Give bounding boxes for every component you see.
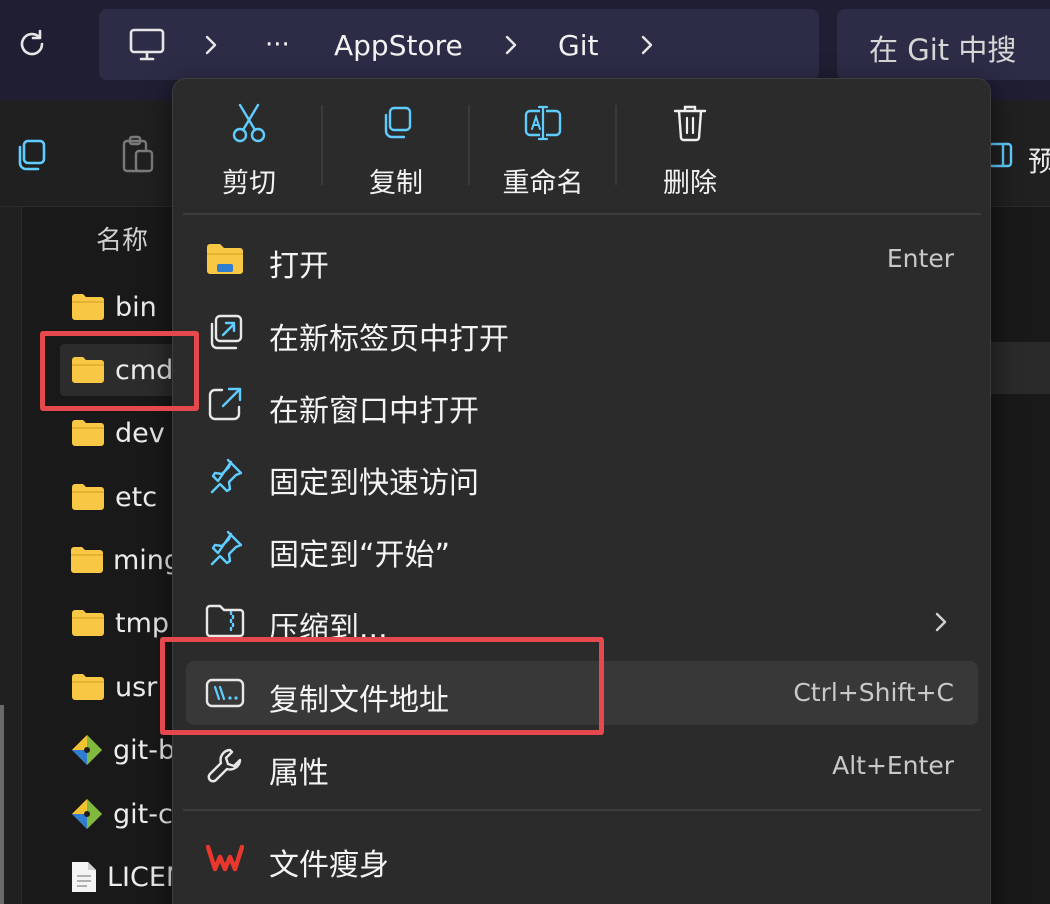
- quick-action-divider: [321, 105, 323, 185]
- folder-icon: [70, 289, 106, 325]
- delete-button[interactable]: 删除: [625, 101, 755, 201]
- file-name: bin: [115, 291, 157, 323]
- breadcrumb-overflow-button[interactable]: ···: [265, 25, 290, 65]
- this-pc-icon: [129, 28, 165, 61]
- column-header-name[interactable]: 名称: [96, 220, 148, 257]
- wrench-icon: [204, 746, 246, 786]
- quick-action-divider: [615, 105, 617, 185]
- folder-icon: [70, 542, 104, 578]
- rename-button[interactable]: 重命名: [478, 101, 608, 201]
- delete-label: 删除: [663, 168, 717, 199]
- folder-icon: [70, 669, 106, 705]
- menu-item-pin-quick-access[interactable]: 固定到快速访问: [186, 444, 978, 508]
- folder-icon: [70, 605, 106, 641]
- trash-icon: [668, 101, 712, 145]
- menu-item-label: 属性: [269, 756, 329, 791]
- paste-icon: [122, 135, 154, 173]
- shortcut-label: Ctrl+Shift+C: [793, 678, 954, 707]
- context-menu: 剪切 复制 重命名 删除 打开 Enter 在新标签页中打开 在新窗口中打开 固…: [172, 78, 991, 904]
- menu-item-label: 打开: [269, 249, 329, 284]
- new-tab-icon: [204, 312, 246, 352]
- menu-item-properties[interactable]: 属性 Alt+Enter: [186, 734, 978, 798]
- chevron-right-icon: [935, 612, 947, 632]
- highlight-box-copy-path: [160, 637, 604, 735]
- folder-icon: [70, 415, 106, 451]
- chevron-right-icon: [503, 25, 519, 65]
- search-placeholder: 在 Git 中搜: [869, 33, 1017, 67]
- preview-label[interactable]: 预: [1028, 140, 1050, 180]
- zip-icon: [204, 601, 246, 641]
- menu-item-label: 在新标签页中打开: [269, 322, 509, 357]
- refresh-icon: [20, 29, 44, 56]
- menu-divider: [183, 213, 981, 215]
- pin-icon: [204, 528, 246, 568]
- rename-label: 重命名: [502, 168, 584, 199]
- copy-button[interactable]: [8, 133, 52, 177]
- copy-icon: [18, 139, 46, 171]
- menu-item-label: 固定到“开始”: [269, 538, 451, 573]
- menu-item-open-new-window[interactable]: 在新窗口中打开: [186, 372, 978, 436]
- shortcut-label: Alt+Enter: [832, 751, 954, 780]
- new-window-icon: [204, 384, 246, 424]
- quick-action-divider: [468, 105, 470, 185]
- pin-icon: [204, 456, 246, 496]
- menu-divider: [183, 809, 981, 811]
- context-menu-quick-actions: 剪切 复制 重命名 删除: [173, 79, 992, 213]
- file-name: usr: [115, 671, 158, 703]
- chevron-right-icon[interactable]: [639, 25, 655, 65]
- shortcut-label: Enter: [886, 244, 954, 273]
- menu-item-label: 固定到快速访问: [269, 466, 479, 501]
- breadcrumb-item-git[interactable]: Git: [558, 25, 598, 65]
- rename-icon: [521, 101, 565, 145]
- folder-open-icon: [204, 239, 246, 279]
- git-bash-icon: [70, 732, 104, 768]
- scrollbar[interactable]: [0, 705, 4, 904]
- git-cmd-icon: [70, 796, 104, 832]
- menu-item-open[interactable]: 打开 Enter: [186, 227, 978, 291]
- refresh-button[interactable]: [10, 22, 54, 66]
- copy-button[interactable]: 复制: [331, 101, 461, 201]
- menu-item-label: 在新窗口中打开: [269, 394, 479, 429]
- menu-item-file-slim[interactable]: 文件瘦身: [186, 826, 978, 890]
- document-icon: [70, 859, 98, 895]
- copy-icon: [374, 101, 418, 145]
- menu-item-open-new-tab[interactable]: 在新标签页中打开: [186, 300, 978, 364]
- this-pc-button[interactable]: [128, 25, 166, 65]
- file-name: tmp: [115, 607, 170, 639]
- cut-label: 剪切: [222, 168, 276, 199]
- chevron-right-icon: [203, 25, 219, 65]
- folder-icon: [70, 479, 106, 515]
- breadcrumb[interactable]: ··· AppStore Git: [99, 9, 819, 80]
- row-highlight: [990, 342, 1050, 394]
- file-name: dev: [115, 417, 165, 449]
- file-name: etc: [115, 481, 158, 513]
- menu-item-label: 文件瘦身: [269, 848, 389, 883]
- cut-button[interactable]: 剪切: [184, 101, 314, 201]
- search-input[interactable]: 在 Git 中搜: [837, 9, 1050, 80]
- menu-item-pin-start[interactable]: 固定到“开始”: [186, 516, 978, 580]
- breadcrumb-item-appstore[interactable]: AppStore: [334, 25, 463, 65]
- paste-button[interactable]: [115, 133, 159, 177]
- scissors-icon: [227, 101, 271, 145]
- highlight-box-cmd: [40, 331, 199, 411]
- copy-label: 复制: [369, 168, 423, 199]
- wps-icon: [204, 838, 246, 878]
